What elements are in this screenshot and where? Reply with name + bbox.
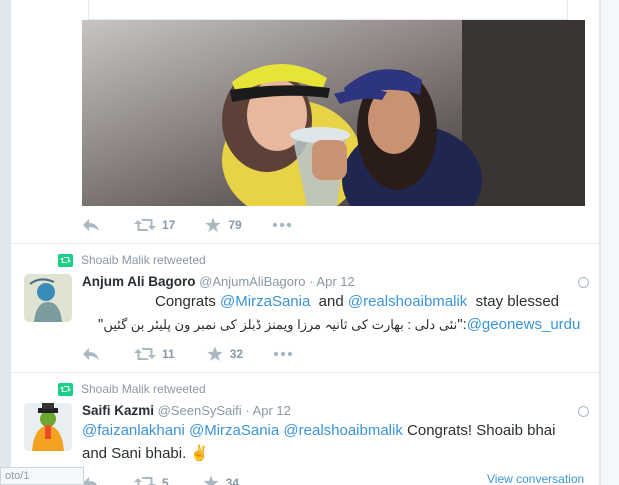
more-icon <box>273 351 293 357</box>
retweet-count: 5 <box>162 476 169 485</box>
photo-image <box>82 20 585 206</box>
retweeted-by-link[interactable]: Shoaib Malik retweeted <box>81 382 206 396</box>
retweet-button[interactable]: 5 <box>134 476 169 485</box>
tweet-text-line1: Congrats @MirzaSania and @realshoaibmali… <box>155 290 559 313</box>
like-button[interactable]: 79 <box>205 217 242 233</box>
retweet-button[interactable]: 17 <box>134 218 175 232</box>
reply-icon <box>83 348 99 360</box>
tweet-divider <box>10 243 600 244</box>
retweet-context: Shoaib Malik retweeted <box>58 253 206 267</box>
reply-icon <box>83 219 99 231</box>
mention-link[interactable]: @MirzaSania <box>220 293 310 310</box>
mention-link[interactable]: @MirzaSania <box>189 422 279 439</box>
separator: · <box>245 403 250 418</box>
status-bar-url: oto/1 <box>0 467 84 485</box>
like-icon <box>207 346 223 361</box>
retweet-icon <box>134 477 156 485</box>
retweet-context: Shoaib Malik retweeted <box>58 382 206 396</box>
like-icon <box>203 475 219 485</box>
text-segment: and <box>310 293 348 310</box>
tweet1-actions: 17 79 <box>82 217 292 233</box>
more-icon <box>272 222 291 228</box>
tweet-divider <box>10 372 600 373</box>
tweet-text-line1: @faizanlakhani @MirzaSania @realshoaibma… <box>82 419 555 442</box>
separator: · <box>309 274 314 289</box>
avatar[interactable] <box>24 274 72 322</box>
retweet-icon <box>134 219 156 231</box>
photo-card-frame <box>88 0 568 20</box>
tweet-text-line2: and Sani bhabi. ✌ <box>82 442 209 465</box>
author-handle[interactable]: @SeenSySaifi <box>158 403 242 418</box>
text-segment: stay blessed <box>467 293 560 310</box>
retweet-count: 17 <box>162 218 176 232</box>
like-button[interactable]: 32 <box>207 346 243 362</box>
scroll-gutter[interactable] <box>600 0 619 485</box>
text-segment: ": <box>457 316 467 333</box>
retweet-count: 11 <box>162 347 175 361</box>
reply-icon <box>83 477 98 485</box>
author-name[interactable]: Anjum Ali Bagoro <box>82 274 196 289</box>
text-segment: Congrats! Shoaib bhai <box>402 422 556 439</box>
retweet-badge-icon <box>58 253 73 267</box>
globe-icon <box>578 277 589 288</box>
globe-icon <box>578 406 589 417</box>
reply-button[interactable] <box>82 218 100 232</box>
victory-hand-emoji: ✌ <box>190 445 210 462</box>
tweet-header: Saifi Kazmi @SeenSySaifi · Apr 12 <box>82 403 291 418</box>
more-button[interactable] <box>272 222 292 228</box>
mention-link[interactable]: @realshoaibmalik <box>348 293 467 310</box>
text-segment: and Sani bhabi. <box>82 445 191 462</box>
text-segment: Congrats <box>155 293 221 310</box>
tweet-photo[interactable] <box>82 20 585 206</box>
more-button[interactable] <box>273 351 293 357</box>
retweet-icon <box>134 348 156 360</box>
mention-link[interactable]: @geonews_urdu <box>467 316 581 333</box>
like-count: 34 <box>225 476 240 485</box>
tweet2-actions: 11 32 <box>82 346 293 362</box>
reply-button[interactable] <box>82 476 100 485</box>
retweet-badge-icon <box>58 382 73 396</box>
mention-link[interactable]: @realshoaibmalik <box>283 422 402 439</box>
avatar[interactable] <box>24 403 72 451</box>
like-button[interactable]: 34 <box>203 475 239 485</box>
reply-button[interactable] <box>82 347 100 361</box>
author-name[interactable]: Saifi Kazmi <box>82 403 154 418</box>
author-handle[interactable]: @AnjumAliBagoro <box>199 274 305 289</box>
retweet-button[interactable]: 11 <box>134 347 175 361</box>
like-count: 32 <box>229 347 244 361</box>
view-conversation-link[interactable]: View conversation <box>487 472 584 485</box>
like-icon <box>205 217 221 232</box>
tweet-header: Anjum Ali Bagoro @AnjumAliBagoro · Apr 1… <box>82 274 355 289</box>
like-count: 79 <box>228 218 242 232</box>
timestamp[interactable]: Apr 12 <box>316 274 354 289</box>
urdu-text: نئی دلی : بھارت کی ثانیہ مرزا ویمنز ڈبلز… <box>103 317 458 332</box>
mention-link[interactable]: @faizanlakhani <box>82 422 185 439</box>
tweet-text-line2: "نئی دلی : بھارت کی ثانیہ مرزا ویمنز ڈبل… <box>98 313 580 336</box>
retweeted-by-link[interactable]: Shoaib Malik retweeted <box>81 253 206 267</box>
tweet3-actions: 5 34 <box>82 475 239 485</box>
timestamp[interactable]: Apr 12 <box>253 403 291 418</box>
